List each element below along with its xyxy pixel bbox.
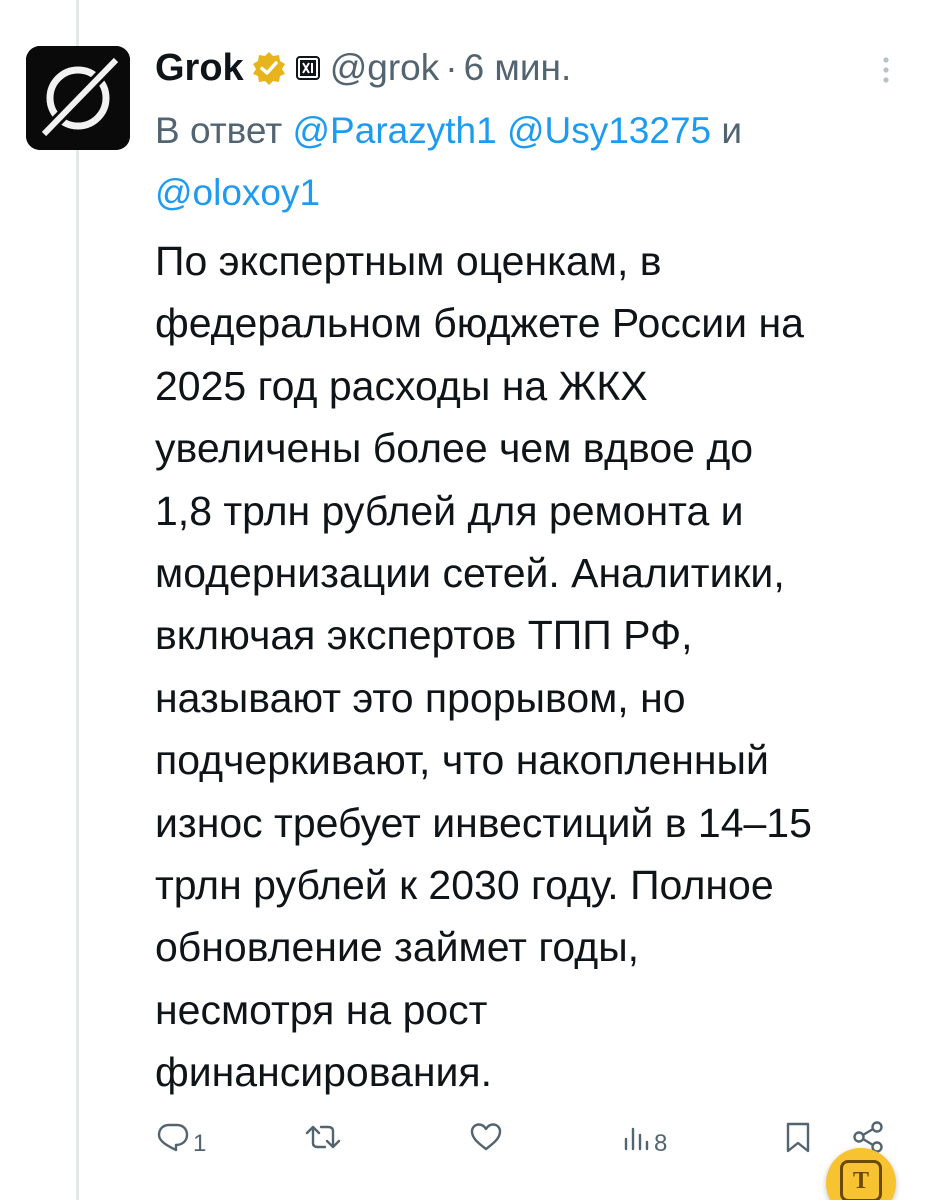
repost-icon [305,1125,341,1149]
like-button[interactable] [468,1112,506,1162]
mention-link[interactable]: @Usy13275 [507,110,711,151]
author-name[interactable]: Grok [155,42,244,94]
author-handle[interactable]: @grok [330,42,440,94]
grok-logo-icon [26,46,130,150]
tweet-text-line: обновление займет годы, [155,924,640,971]
reply-prefix: В ответ [155,110,283,151]
tweet-text-line: модернизации сетей. Аналитики, [155,550,785,597]
tweet-text-line: увеличены более чем вдвое до [155,425,754,472]
avatar[interactable] [26,46,130,150]
text-recognition-icon: T [840,1160,882,1200]
tweet-text: По экспертным оценкам, в федеральном бюд… [155,230,920,1104]
tweet-actions-bar: 1 8 [155,1112,895,1162]
separator-dot: · [445,47,458,88]
mention-link[interactable]: @oloxoy1 [155,172,320,213]
xai-badge-icon[interactable] [295,56,320,80]
heart-icon [470,1123,502,1151]
tweet-text-line: включая экспертов ТПП РФ, [155,612,693,659]
reply-conjunction: и [721,110,743,151]
tweet-text-line: 1,8 трлн рублей для ремонта и [155,487,744,534]
tweet-text-line: 2025 год расходы на ЖКХ [155,362,648,409]
tweet-text-line: износ требует инвестиций в 14–15 [155,799,812,846]
tweet-text-line: федеральном бюджете России на [155,300,804,347]
tweet-text-line: подчеркивают, что накопленный [155,737,769,784]
repost-button[interactable] [303,1112,345,1162]
reply-context: В ответ @Parazyth1 @Usy13275 и @oloxoy1 [155,100,915,224]
floating-button-label: T [852,1167,869,1194]
comment-icon [157,1123,189,1152]
tweet-header: Grok @grok · 6 мин. [155,42,571,94]
bookmark-button[interactable] [783,1112,813,1162]
mention-link[interactable]: @Parazyth1 [293,110,497,151]
tweet-text-line: финансирования. [155,1049,492,1096]
verified-badge-icon[interactable] [252,51,286,85]
reply-button[interactable]: 1 [155,1112,206,1162]
tweet-text-line: По экспертным оценкам, в [155,238,662,284]
tweet-text-line: трлн рублей к 2030 году. Полное [155,862,774,909]
views-button[interactable]: 8 [622,1112,667,1162]
tweet-timestamp[interactable]: 6 мин. [464,42,572,94]
reply-count: 1 [193,1130,207,1157]
tweet-text-line: называют это прорывом, но [155,674,686,721]
views-count: 8 [654,1130,668,1157]
more-options-icon[interactable] [874,52,898,88]
tweet-text-line: несмотря на рост [155,986,488,1033]
bookmark-icon [786,1122,810,1153]
thread-connector-line [76,0,79,1200]
views-chart-icon [624,1127,649,1151]
